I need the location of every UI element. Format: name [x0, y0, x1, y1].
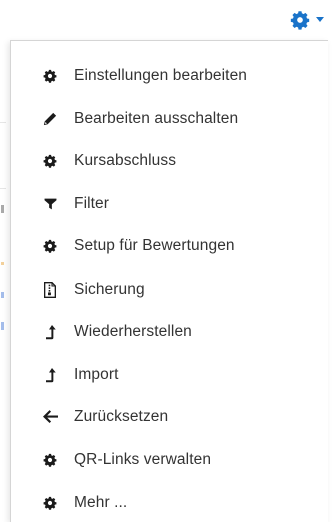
background-mark — [1, 205, 4, 213]
menu-item-setup-fur-bewertungen[interactable]: Setup für Bewertungen — [11, 226, 329, 266]
background-mark — [1, 322, 4, 330]
menu-item-filter[interactable]: Filter — [11, 184, 329, 224]
menu-item-wiederherstellen[interactable]: Wiederherstellen — [11, 312, 329, 352]
menu-item-einstellungen-bearbeiten[interactable]: Einstellungen bearbeiten — [11, 56, 329, 96]
gear-icon — [42, 452, 58, 468]
gear-icon — [42, 495, 58, 511]
menu-item-label: Import — [74, 366, 119, 383]
arrow-left-icon — [42, 409, 58, 425]
gear-icon — [42, 153, 58, 169]
level-up-icon — [42, 324, 58, 340]
menu-item-label: Sicherung — [74, 281, 145, 298]
menu-item-qr-links-verwalten[interactable]: QR-Links verwalten — [11, 440, 329, 480]
menu-item-sicherung[interactable]: Sicherung — [11, 270, 329, 310]
menu-item-label: Wiederherstellen — [74, 323, 192, 340]
menu-item-label: QR-Links verwalten — [74, 451, 212, 468]
settings-dropdown-menu: Einstellungen bearbeiten Bearbeiten auss… — [10, 40, 328, 522]
gear-icon — [42, 68, 58, 84]
menu-item-import[interactable]: Import — [11, 355, 329, 395]
file-archive-icon — [42, 282, 58, 298]
menu-item-label: Kursabschluss — [74, 152, 177, 169]
background-mark — [1, 292, 4, 298]
page: Einstellungen bearbeiten Bearbeiten auss… — [0, 0, 332, 522]
menu-item-label: Zurücksetzen — [74, 408, 169, 425]
filter-icon — [42, 196, 58, 212]
background-divider — [0, 188, 6, 189]
menu-item-mehr[interactable]: Mehr ... — [11, 483, 329, 522]
pencil-icon — [42, 111, 58, 127]
background-mark — [1, 262, 4, 265]
menu-item-label: Mehr ... — [74, 494, 128, 511]
level-up-icon — [42, 367, 58, 383]
menu-item-bearbeiten-ausschalten[interactable]: Bearbeiten ausschalten — [11, 99, 329, 139]
settings-menu-trigger[interactable] — [290, 10, 332, 30]
background-divider — [0, 122, 6, 123]
menu-item-label: Filter — [74, 195, 110, 212]
gear-icon — [42, 238, 58, 254]
menu-item-label: Einstellungen bearbeiten — [74, 67, 248, 84]
gear-icon — [290, 10, 310, 30]
menu-item-label: Bearbeiten ausschalten — [74, 110, 239, 127]
menu-item-zurucksetzen[interactable]: Zurücksetzen — [11, 397, 329, 437]
menu-item-label: Setup für Bewertungen — [74, 237, 235, 254]
menu-item-kursabschluss[interactable]: Kursabschluss — [11, 141, 329, 181]
caret-down-icon — [316, 17, 324, 23]
